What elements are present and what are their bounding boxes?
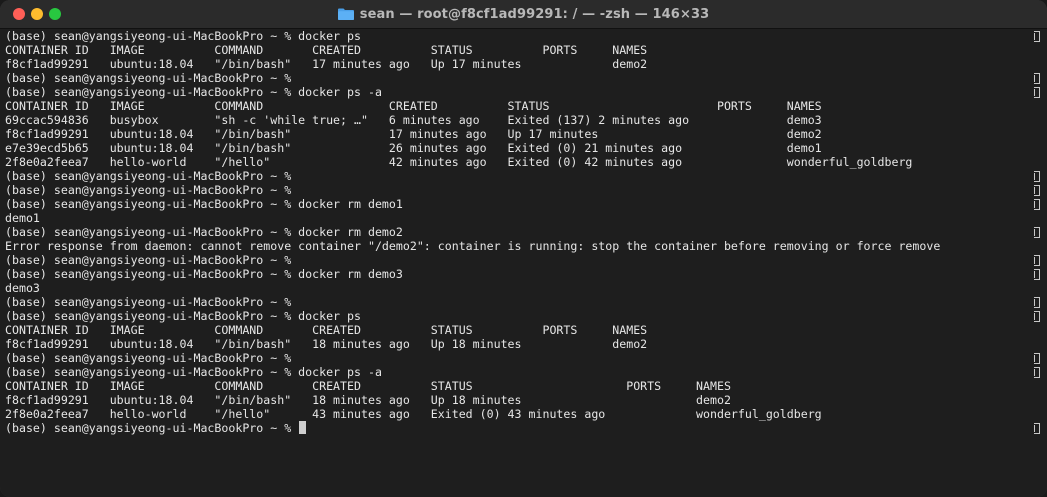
- prompt-mark-icon[interactable]: [1034, 297, 1040, 308]
- prompt-line: (base) sean@yangsiyeong-ui-MacBookPro ~ …: [5, 197, 403, 211]
- prompt-mark-icon[interactable]: [1034, 255, 1040, 266]
- prompt-mark-icon[interactable]: [1034, 311, 1040, 322]
- prompt-line: (base) sean@yangsiyeong-ui-MacBookPro ~ …: [5, 351, 292, 365]
- window-title-group: sean — root@f8cf1ad99291: / — -zsh — 146…: [0, 0, 1047, 28]
- prompt-mark-icon[interactable]: [1034, 185, 1040, 196]
- prompt-mark-icon[interactable]: [1034, 227, 1040, 238]
- output-line: 2f8e0a2feea7 hello-world "/hello" 43 min…: [5, 407, 822, 421]
- terminal-lines: (base) sean@yangsiyeong-ui-MacBookPro ~ …: [5, 29, 940, 435]
- output-line: 69ccac594836 busybox "sh -c 'while true;…: [5, 113, 822, 127]
- prompt-mark-icon[interactable]: [1034, 199, 1040, 210]
- output-line: e7e39ecd5b65 ubuntu:18.04 "/bin/bash" 26…: [5, 141, 822, 155]
- prompt-line: (base) sean@yangsiyeong-ui-MacBookPro ~ …: [5, 253, 292, 267]
- output-line: CONTAINER ID IMAGE COMMAND CREATED STATU…: [5, 323, 648, 337]
- output-line: f8cf1ad99291 ubuntu:18.04 "/bin/bash" 17…: [5, 57, 648, 71]
- prompt-mark-icon[interactable]: [1034, 73, 1040, 84]
- prompt-line: (base) sean@yangsiyeong-ui-MacBookPro ~ …: [5, 71, 292, 85]
- prompt-line: (base) sean@yangsiyeong-ui-MacBookPro ~ …: [5, 267, 403, 281]
- prompt-mark-icon[interactable]: [1034, 367, 1040, 378]
- prompt-line: (base) sean@yangsiyeong-ui-MacBookPro ~ …: [5, 365, 382, 379]
- prompt-line: (base) sean@yangsiyeong-ui-MacBookPro ~ …: [5, 225, 403, 239]
- folder-icon: [337, 8, 354, 20]
- prompt-mark-icon[interactable]: [1034, 353, 1040, 364]
- prompt-line: (base) sean@yangsiyeong-ui-MacBookPro ~ …: [5, 85, 382, 99]
- window-title: sean — root@f8cf1ad99291: / — -zsh — 146…: [359, 6, 710, 22]
- prompt-mark-icon[interactable]: [1034, 423, 1040, 434]
- prompt-line: (base) sean@yangsiyeong-ui-MacBookPro ~ …: [5, 421, 940, 435]
- output-line: CONTAINER ID IMAGE COMMAND CREATED STATU…: [5, 99, 822, 113]
- prompt-line: (base) sean@yangsiyeong-ui-MacBookPro ~ …: [5, 29, 361, 43]
- output-line: CONTAINER ID IMAGE COMMAND CREATED STATU…: [5, 43, 648, 57]
- terminal-output[interactable]: (base) sean@yangsiyeong-ui-MacBookPro ~ …: [0, 29, 1030, 497]
- output-line: Error response from daemon: cannot remov…: [5, 239, 941, 253]
- output-line: f8cf1ad99291 ubuntu:18.04 "/bin/bash" 18…: [5, 393, 731, 407]
- output-line: CONTAINER ID IMAGE COMMAND CREATED STATU…: [5, 379, 731, 393]
- output-line: demo3: [5, 281, 40, 295]
- output-line: f8cf1ad99291 ubuntu:18.04 "/bin/bash" 17…: [5, 127, 822, 141]
- prompt-mark-icon[interactable]: [1034, 171, 1040, 182]
- prompt-mark-icon[interactable]: [1034, 31, 1040, 42]
- title-bar[interactable]: sean — root@f8cf1ad99291: / — -zsh — 146…: [0, 0, 1047, 29]
- prompt-line: (base) sean@yangsiyeong-ui-MacBookPro ~ …: [5, 183, 292, 197]
- output-line: 2f8e0a2feea7 hello-world "/hello" 42 min…: [5, 155, 913, 169]
- prompt-mark-icon[interactable]: [1034, 269, 1040, 280]
- text-cursor: [299, 421, 307, 434]
- prompt-line: (base) sean@yangsiyeong-ui-MacBookPro ~ …: [5, 295, 292, 309]
- output-line: demo1: [5, 211, 40, 225]
- prompt-line: (base) sean@yangsiyeong-ui-MacBookPro ~ …: [5, 309, 361, 323]
- output-line: f8cf1ad99291 ubuntu:18.04 "/bin/bash" 18…: [5, 337, 648, 351]
- prompt-mark-icon[interactable]: [1034, 87, 1040, 98]
- line-marks-gutter: [1030, 29, 1047, 497]
- prompt-line: (base) sean@yangsiyeong-ui-MacBookPro ~ …: [5, 169, 292, 183]
- terminal-window: sean — root@f8cf1ad99291: / — -zsh — 146…: [0, 0, 1047, 497]
